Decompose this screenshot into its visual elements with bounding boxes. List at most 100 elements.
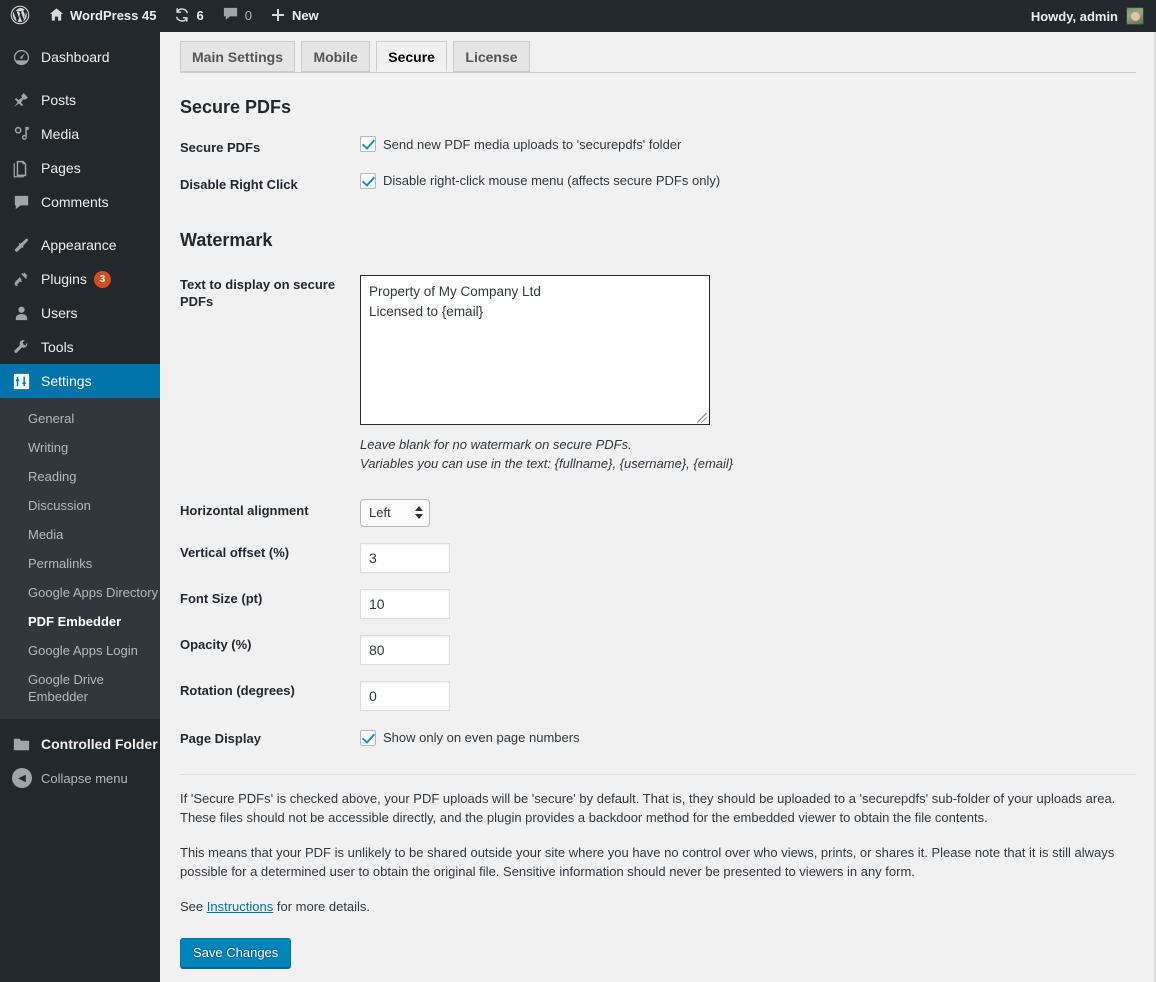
submenu-item-pdf-embedder[interactable]: PDF Embedder	[0, 607, 160, 636]
font-size-input[interactable]	[360, 588, 450, 619]
updates-icon	[174, 7, 190, 26]
see-suffix: for more details.	[273, 898, 371, 914]
submenu-item-google-drive-embedder[interactable]: Google Drive Embedder	[0, 665, 130, 711]
collapse-arrow-icon: ◀	[12, 768, 32, 788]
pages-icon	[12, 159, 36, 178]
comments-icon	[222, 6, 239, 26]
horizontal-alignment-select[interactable]: Left Center Right	[360, 498, 430, 527]
wordpress-logo-menu[interactable]	[0, 0, 40, 32]
sidebar-item-settings[interactable]: Settings	[0, 364, 168, 398]
watermark-description-line2: Variables you can use in the text: {full…	[360, 455, 734, 471]
secure-pdfs-form-table: Secure PDFs Send new PDF media uploads t…	[180, 130, 1136, 204]
plug-icon	[12, 270, 36, 289]
sidebar-item-label: Users	[41, 305, 78, 321]
font-size-field	[360, 581, 1136, 627]
plugins-update-badge: 3	[93, 270, 111, 288]
sidebar-item-label: Tools	[41, 339, 74, 355]
secure-pdfs-checkbox[interactable]	[360, 136, 376, 152]
user-icon	[12, 304, 36, 323]
instructions-link[interactable]: Instructions	[207, 899, 273, 914]
my-account-menu[interactable]: Howdy, admin	[1031, 7, 1156, 25]
submenu-item-reading[interactable]: Reading	[0, 462, 160, 491]
table-row: Page Display Show only on even page numb…	[180, 719, 1136, 758]
collapse-menu-button[interactable]: ◀ Collapse menu	[0, 761, 160, 795]
secure-pdfs-checkbox-row[interactable]: Send new PDF media uploads to 'securepdf…	[360, 136, 1126, 152]
disable-right-click-checkbox-label: Disable right-click mouse menu (affects …	[383, 173, 721, 189]
disable-right-click-checkbox-row[interactable]: Disable right-click mouse menu (affects …	[360, 172, 1126, 189]
sidebar-item-dashboard[interactable]: Dashboard	[0, 40, 160, 74]
sidebar-item-label: Controlled Folder	[41, 736, 158, 752]
secure-info-paragraph-2: This means that your PDF is unlikely to …	[180, 844, 1115, 879]
avatar	[1126, 7, 1144, 25]
settings-tab-bar: Main Settings Mobile Secure License	[180, 32, 1136, 73]
settings-sliders-icon	[12, 372, 36, 391]
table-row: Rotation (degrees)	[180, 673, 1136, 719]
submenu-item-permalinks[interactable]: Permalinks	[0, 549, 160, 578]
sidebar-item-tools[interactable]: Tools	[0, 330, 160, 364]
secure-pdfs-checkbox-label: Send new PDF media uploads to 'securepdf…	[383, 136, 682, 152]
rotation-input[interactable]	[360, 680, 450, 711]
updates-menu[interactable]: 6	[165, 0, 212, 32]
save-changes-button[interactable]: Save Changes	[180, 937, 292, 968]
paintbrush-icon	[12, 236, 36, 255]
sidebar-item-users[interactable]: Users	[0, 296, 160, 330]
folder-icon	[12, 735, 36, 754]
submenu-item-discussion[interactable]: Discussion	[0, 491, 160, 520]
sidebar-item-label: Appearance	[41, 237, 117, 253]
page-display-checkbox-row[interactable]: Show only on even page numbers	[360, 729, 1126, 746]
tab-license[interactable]: License	[453, 41, 530, 72]
opacity-field	[360, 627, 1136, 673]
sidebar-item-pages[interactable]: Pages	[0, 151, 160, 185]
sidebar-item-media[interactable]: Media	[0, 117, 160, 151]
disable-right-click-field: Disable right-click mouse menu (affects …	[360, 167, 1136, 204]
vertical-offset-field	[360, 535, 1136, 581]
table-row: Vertical offset (%)	[180, 535, 1136, 581]
sidebar-item-comments[interactable]: Comments	[0, 185, 160, 219]
vertical-offset-input[interactable]	[360, 542, 450, 573]
sidebar-item-appearance[interactable]: Appearance	[0, 228, 160, 262]
site-name-label: WordPress 45	[70, 8, 157, 23]
tab-secure[interactable]: Secure	[376, 41, 447, 72]
admin-bar: WordPress 45 6 0 New Howdy, admin	[0, 0, 1156, 32]
secure-pdfs-label: Secure PDFs	[180, 140, 261, 155]
submenu-item-general[interactable]: General	[0, 404, 160, 433]
howdy-label: Howdy, admin	[1030, 8, 1118, 24]
font-size-label: Font Size (pt)	[180, 590, 263, 606]
comments-count: 0	[244, 8, 252, 23]
submenu-item-google-apps-login[interactable]: Google Apps Login	[0, 636, 160, 665]
sidebar-item-label: Posts	[41, 92, 77, 108]
comments-menu[interactable]: 0	[213, 0, 261, 32]
rotation-field	[360, 673, 1136, 719]
sidebar-top-spacer	[0, 32, 160, 40]
sidebar-item-label: Pages	[41, 160, 81, 176]
comment-bubble-icon	[12, 193, 36, 212]
sidebar-item-label: Plugins	[41, 271, 87, 287]
page-display-checkbox[interactable]	[360, 729, 376, 746]
sidebar-item-label: Comments	[41, 194, 109, 210]
horizontal-alignment-label: Horizontal alignment	[180, 502, 309, 518]
new-content-label: New	[291, 8, 319, 23]
rotation-label: Rotation (degrees)	[180, 682, 295, 698]
table-row: Horizontal alignment Left Center Right	[180, 481, 1136, 535]
new-content-menu[interactable]: New	[261, 0, 328, 32]
sidebar-item-controlled-folder[interactable]: Controlled Folder	[0, 727, 160, 761]
opacity-input[interactable]	[360, 634, 450, 665]
submenu-item-media[interactable]: Media	[0, 520, 160, 549]
vertical-offset-label: Vertical offset (%)	[180, 544, 290, 560]
sidebar-item-posts[interactable]: Posts	[0, 83, 160, 117]
sidebar-item-plugins[interactable]: Plugins 3	[0, 262, 160, 296]
disable-right-click-label: Disable Right Click	[180, 176, 298, 192]
sidebar-separator	[0, 74, 160, 83]
media-icon	[12, 125, 36, 144]
site-name-menu[interactable]: WordPress 45	[40, 0, 165, 32]
horizontal-alignment-field: Left Center Right	[360, 481, 1136, 535]
secure-pdfs-heading: Secure PDFs	[180, 97, 292, 117]
watermark-textarea[interactable]: Property of My Company Ltd Licensed to {…	[360, 274, 710, 425]
tab-mobile[interactable]: Mobile	[301, 41, 370, 72]
disable-right-click-checkbox[interactable]	[360, 172, 376, 189]
tab-main-settings[interactable]: Main Settings	[180, 41, 296, 72]
opacity-label: Opacity (%)	[180, 636, 252, 652]
secure-pdfs-field: Send new PDF media uploads to 'securepdf…	[360, 130, 1136, 167]
submenu-item-writing[interactable]: Writing	[0, 433, 160, 462]
submenu-item-google-apps-directory[interactable]: Google Apps Directory	[0, 578, 160, 607]
